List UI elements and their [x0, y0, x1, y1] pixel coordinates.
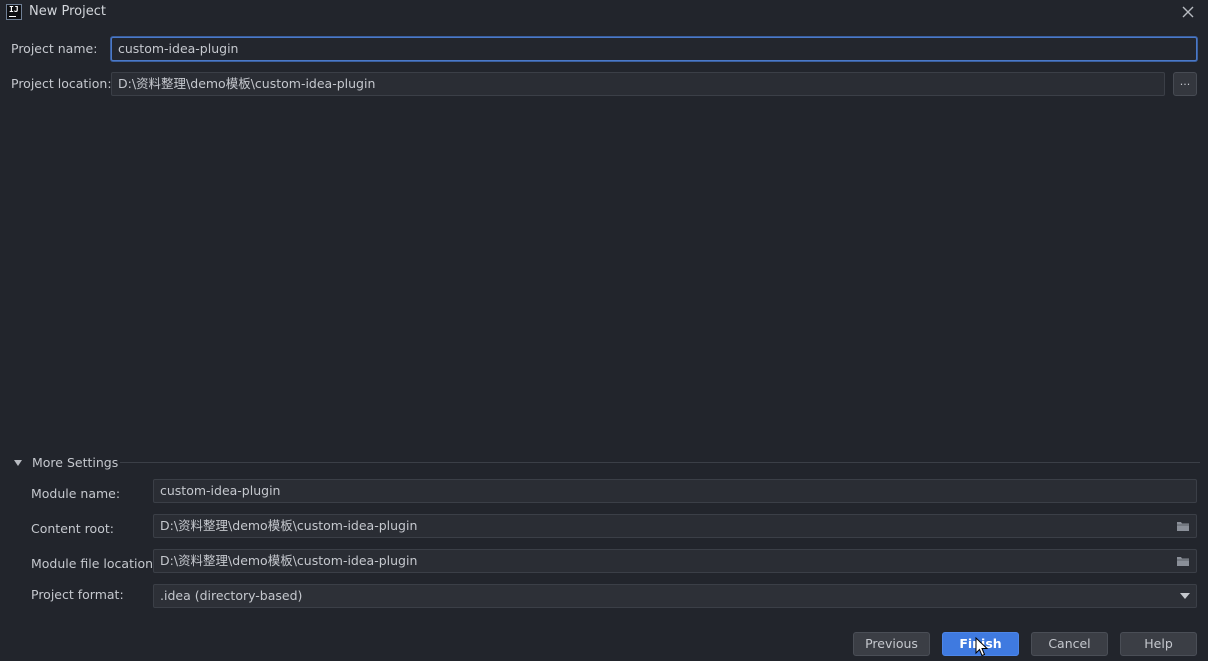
folder-icon[interactable]	[1176, 520, 1190, 532]
chevron-down-icon	[1180, 593, 1190, 599]
intellij-logo-icon: IJ	[6, 4, 22, 20]
window-title: New Project	[29, 4, 106, 19]
project-name-input[interactable]: custom-idea-plugin	[111, 37, 1197, 61]
project-format-value: .idea (directory-based)	[160, 588, 303, 603]
previous-button[interactable]: Previous	[853, 632, 930, 656]
project-format-select[interactable]: .idea (directory-based)	[153, 584, 1197, 608]
browse-location-button[interactable]: ...	[1173, 72, 1197, 96]
module-name-label: Module name:	[31, 486, 121, 501]
project-location-input[interactable]: D:\资料整理\demo模板\custom-idea-plugin	[111, 72, 1165, 96]
content-root-value: D:\资料整理\demo模板\custom-idea-plugin	[160, 518, 418, 533]
project-name-label: Project name:	[11, 41, 98, 56]
cancel-button[interactable]: Cancel	[1031, 632, 1108, 656]
content-root-label: Content root:	[31, 521, 114, 536]
section-divider	[120, 462, 1200, 463]
module-file-location-value: D:\资料整理\demo模板\custom-idea-plugin	[160, 553, 418, 568]
close-icon[interactable]	[1178, 2, 1198, 22]
module-file-location-input[interactable]: D:\资料整理\demo模板\custom-idea-plugin	[153, 549, 1197, 573]
module-file-location-label: Module file location:	[31, 556, 158, 571]
more-settings-label: More Settings	[32, 455, 119, 470]
content-root-input[interactable]: D:\资料整理\demo模板\custom-idea-plugin	[153, 514, 1197, 538]
folder-icon[interactable]	[1176, 555, 1190, 567]
title-bar: IJ New Project	[0, 0, 1208, 26]
mouse-cursor-icon	[975, 637, 989, 657]
module-name-input[interactable]: custom-idea-plugin	[153, 479, 1197, 503]
project-format-label: Project format:	[31, 587, 124, 602]
triangle-down-icon	[14, 460, 22, 466]
help-button[interactable]: Help	[1120, 632, 1197, 656]
project-location-label: Project location:	[11, 76, 112, 91]
